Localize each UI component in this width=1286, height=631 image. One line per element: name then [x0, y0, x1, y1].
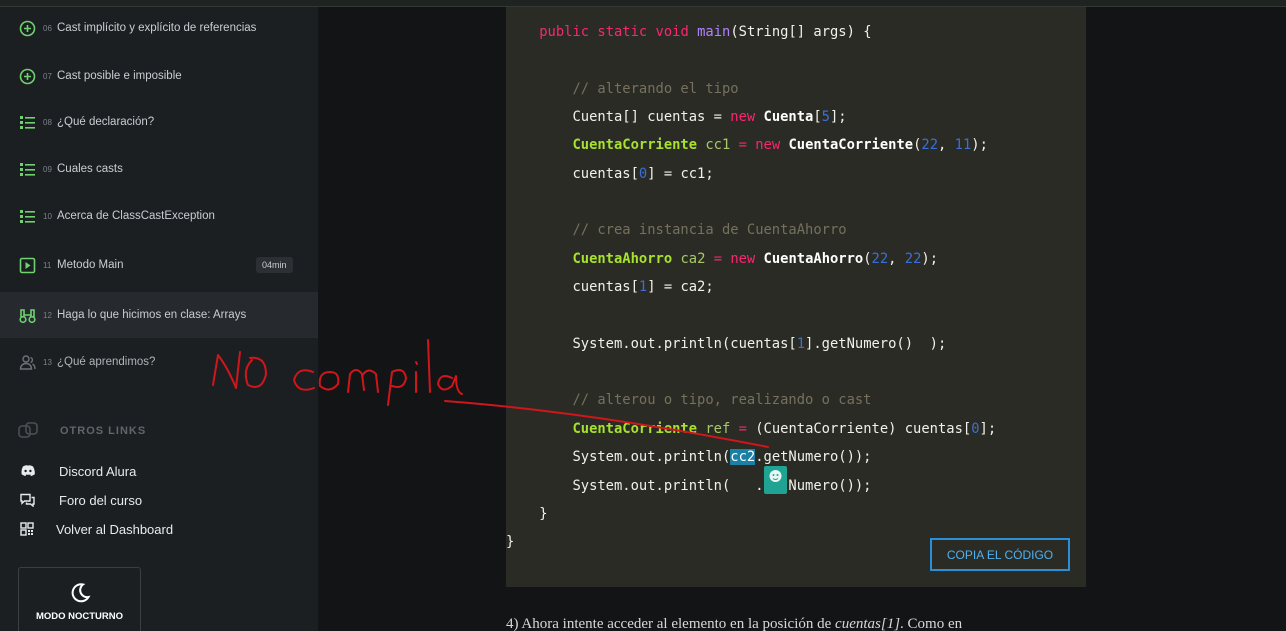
otros-links-title: OTROS LINKS — [60, 425, 147, 437]
lesson-number: 06 — [43, 23, 52, 33]
lesson-label: Metodo Main — [57, 259, 124, 271]
paragraph-text: 4) Ahora intente acceder al elemento en … — [506, 616, 836, 631]
sidebar: 06 Cast implícito y explícito de referen… — [0, 7, 318, 631]
lesson-item-10[interactable]: 10 Acerca de ClassCastException — [0, 193, 318, 239]
code-text: public static void main(String[] args) {… — [506, 24, 997, 551]
plus-circle-icon — [19, 68, 36, 84]
link-label: Volver al Dashboard — [56, 521, 174, 537]
lesson-number: 13 — [43, 357, 52, 367]
night-mode-button[interactable]: MODO NOCTURNO — [18, 567, 141, 631]
lesson-item-12[interactable]: 12 Haga lo que hicimos en clase: Arrays — [0, 292, 318, 338]
link-label: Foro del curso — [59, 492, 143, 508]
lesson-label: ¿Qué aprendimos? — [57, 356, 156, 368]
lesson-item-13[interactable]: 13 ¿Qué aprendimos? — [0, 339, 318, 385]
lesson-item-11[interactable]: 11 Metodo Main 04min — [0, 242, 318, 288]
night-mode-label: MODO NOCTURNO — [35, 611, 124, 622]
links-icon — [18, 422, 38, 438]
moon-icon — [71, 583, 91, 603]
people-icon — [19, 354, 36, 370]
lesson-item-07[interactable]: 07 Cast posible e imposible — [0, 53, 318, 99]
binoculars-icon — [19, 308, 36, 323]
lesson-label: Cast implícito y explícito de referencia… — [57, 22, 257, 34]
link-dashboard[interactable]: Volver al Dashboard — [20, 522, 173, 537]
link-foro[interactable]: Foro del curso — [20, 493, 142, 508]
lesson-item-09[interactable]: 09 Cuales casts — [0, 146, 318, 192]
lesson-label: Cast posible e imposible — [57, 70, 182, 82]
lesson-label: ¿Qué declaración? — [57, 116, 155, 128]
discord-icon — [21, 465, 35, 477]
lesson-label: Cuales casts — [57, 163, 123, 175]
copy-code-button[interactable]: COPIA EL CÓDIGO — [930, 538, 1070, 571]
list-icon — [20, 209, 35, 223]
lesson-label: Haga lo que hicimos en clase: Arrays — [57, 309, 247, 321]
lesson-number: 07 — [43, 71, 52, 81]
duration-badge: 04min — [256, 257, 293, 273]
lesson-number: 09 — [43, 164, 52, 174]
list-icon — [20, 115, 35, 129]
lesson-item-08[interactable]: 08 ¿Qué declaración? — [0, 99, 318, 145]
instruction-paragraph: 4) Ahora intente acceder al elemento en … — [506, 616, 962, 631]
face-icon — [769, 470, 782, 482]
emoji-sticker — [764, 466, 787, 494]
list-icon — [20, 162, 35, 176]
link-label: Discord Alura — [59, 463, 137, 479]
lesson-number: 12 — [43, 310, 52, 320]
paragraph-emphasis: cuentas[1] — [835, 616, 901, 631]
link-discord[interactable]: Discord Alura — [20, 464, 136, 479]
plus-circle-icon — [19, 20, 36, 36]
otros-links-heading: OTROS LINKS — [18, 421, 146, 441]
lesson-item-06[interactable]: 06 Cast implícito y explícito de referen… — [0, 5, 318, 51]
dashboard-icon — [20, 522, 34, 536]
paragraph-tail: . Como en — [900, 616, 963, 631]
lesson-label: Acerca de ClassCastException — [57, 210, 215, 222]
lesson-number: 11 — [43, 260, 52, 270]
code-block: public static void main(String[] args) {… — [506, 7, 1086, 587]
lesson-number: 10 — [43, 211, 52, 221]
main-content: public static void main(String[] args) {… — [318, 7, 1286, 631]
play-icon — [19, 257, 36, 273]
forum-icon — [20, 493, 35, 507]
lesson-number: 08 — [43, 117, 52, 127]
